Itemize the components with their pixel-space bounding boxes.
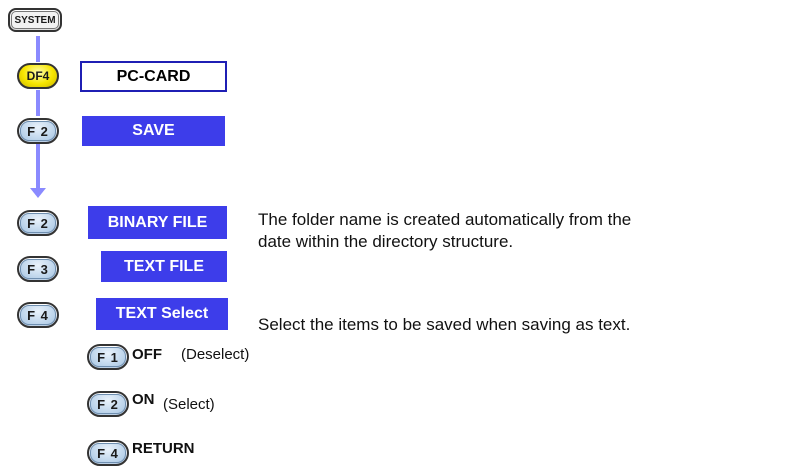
f1-off-key[interactable]: F 1 — [87, 344, 129, 370]
f2-binary-key-label: F 2 — [27, 215, 49, 231]
off-label: OFF — [132, 346, 162, 363]
flow-line-down — [36, 144, 40, 190]
binary-file-button[interactable]: BINARY FILE — [88, 206, 227, 239]
on-label: ON — [132, 391, 155, 408]
f2-on-key[interactable]: F 2 — [87, 391, 129, 417]
f4-textselect-key-label: F 4 — [27, 307, 49, 323]
f1-off-key-label: F 1 — [97, 349, 119, 365]
text-select-label: TEXT Select — [115, 305, 209, 322]
on-note: (Select) — [163, 396, 215, 413]
f2-save-key[interactable]: F 2 — [17, 118, 59, 144]
save-label: SAVE — [132, 122, 175, 139]
text-select-description: Select the items to be saved when saving… — [258, 315, 631, 334]
save-button[interactable]: SAVE — [82, 116, 225, 146]
text-select-button[interactable]: TEXT Select — [96, 298, 228, 330]
df4-key-label: DF4 — [26, 69, 50, 83]
f2-save-key-label: F 2 — [27, 123, 49, 139]
f3-text-key[interactable]: F 3 — [17, 256, 59, 282]
pc-card-button[interactable]: PC-CARD — [80, 61, 227, 92]
system-key[interactable]: SYSTEM — [8, 8, 62, 32]
folder-description-line2: date within the directory structure. — [258, 232, 514, 251]
f4-return-key[interactable]: F 4 — [87, 440, 129, 466]
flow-arrowhead — [30, 188, 46, 198]
text-file-label: TEXT FILE — [124, 257, 204, 275]
flow-line-mid — [36, 90, 40, 116]
folder-description-line1: The folder name is created automatically… — [258, 210, 632, 229]
pc-card-label: PC-CARD — [116, 67, 191, 85]
f4-return-key-label: F 4 — [97, 445, 119, 461]
f2-binary-key[interactable]: F 2 — [17, 210, 59, 236]
f3-text-key-label: F 3 — [27, 261, 49, 277]
binary-file-label: BINARY FILE — [107, 213, 208, 231]
f2-on-key-label: F 2 — [97, 396, 119, 412]
system-key-label: SYSTEM — [14, 14, 56, 26]
flow-line-top — [36, 36, 40, 62]
return-label: RETURN — [132, 440, 195, 457]
df4-key[interactable]: DF4 — [17, 63, 59, 89]
off-note: (Deselect) — [181, 346, 250, 363]
text-file-button[interactable]: TEXT FILE — [101, 251, 227, 282]
f4-textselect-key[interactable]: F 4 — [17, 302, 59, 328]
